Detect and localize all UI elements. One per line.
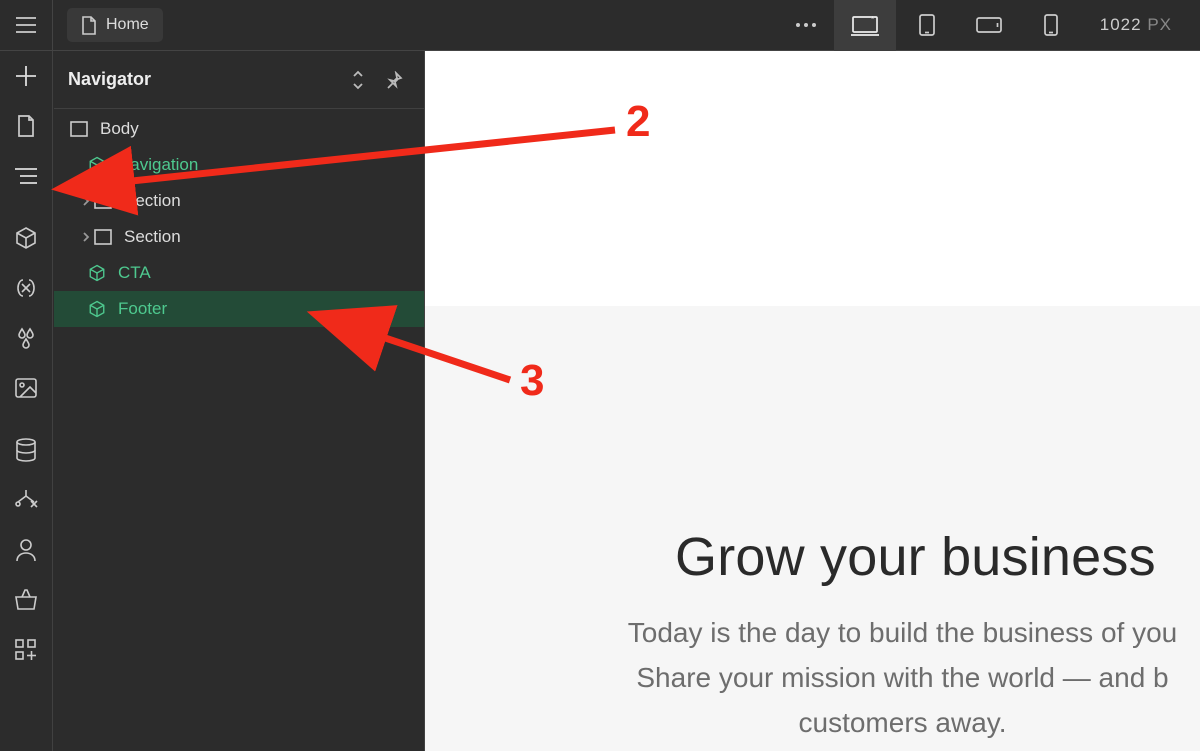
navigator-pin-button[interactable] — [376, 62, 412, 98]
body-icon — [68, 118, 90, 140]
tree-item-cta[interactable]: CTA — [54, 255, 424, 291]
apps-button[interactable] — [0, 625, 53, 675]
basket-icon — [13, 588, 39, 612]
top-bar: Home * 1022 PX — [0, 0, 1200, 51]
logic-button[interactable] — [0, 475, 53, 525]
cube-icon — [14, 226, 38, 250]
pin-icon — [385, 71, 403, 89]
navigator-header: Navigator — [54, 51, 424, 109]
dots-horizontal-icon — [795, 22, 817, 28]
style-selectors-button[interactable] — [0, 313, 53, 363]
navigator-tree: Body Navigation Section Section — [54, 109, 424, 327]
breakpoint-tablet-landscape[interactable] — [958, 0, 1020, 51]
page-tab-home[interactable]: Home — [67, 8, 163, 42]
main-menu-button[interactable] — [0, 0, 53, 51]
cms-button[interactable] — [0, 425, 53, 475]
logic-icon — [14, 488, 38, 512]
user-icon — [15, 538, 37, 562]
design-canvas[interactable]: Grow your business Today is the day to b… — [425, 51, 1200, 751]
canvas-paragraph-line: Share your mission with the world — and … — [636, 662, 1168, 693]
component-icon — [86, 298, 108, 320]
hamburger-icon — [15, 16, 37, 34]
canvas-width-display[interactable]: 1022 PX — [1082, 15, 1200, 35]
page-icon — [81, 16, 97, 35]
section-icon — [92, 226, 114, 248]
page-icon — [17, 115, 35, 137]
breakpoint-tablet[interactable] — [896, 0, 958, 51]
tree-item-label: Section — [124, 227, 181, 247]
plus-icon — [15, 65, 37, 87]
tree-item-label: Footer — [118, 299, 167, 319]
tree-item-label: Section — [124, 191, 181, 211]
tree-item-body[interactable]: Body — [54, 111, 424, 147]
variables-icon — [14, 276, 38, 300]
breakpoint-mobile[interactable] — [1020, 0, 1082, 51]
components-button[interactable] — [0, 213, 53, 263]
tree-item-label: Navigation — [118, 155, 198, 175]
canvas-width-unit: PX — [1147, 15, 1172, 34]
canvas-paragraph-line: customers away. — [799, 707, 1007, 738]
tree-item-label: Body — [100, 119, 139, 139]
canvas-paragraph-line: Today is the day to build the business o… — [628, 617, 1177, 648]
breakpoint-desktop[interactable]: * — [834, 0, 896, 51]
tree-item-section[interactable]: Section — [54, 183, 424, 219]
image-icon — [14, 376, 38, 400]
navigator-icon — [14, 167, 38, 185]
users-button[interactable] — [0, 525, 53, 575]
svg-text:*: * — [871, 15, 874, 24]
ecommerce-button[interactable] — [0, 575, 53, 625]
droplets-icon — [14, 326, 38, 350]
canvas-heading[interactable]: Grow your business — [675, 526, 1156, 588]
component-icon — [86, 262, 108, 284]
tree-item-section[interactable]: Section — [54, 219, 424, 255]
component-icon — [86, 154, 108, 176]
navigator-expand-button[interactable] — [340, 62, 376, 98]
add-elements-button[interactable] — [0, 51, 53, 101]
left-toolbar — [0, 51, 53, 751]
mobile-icon — [1044, 14, 1058, 36]
canvas-paragraph[interactable]: Today is the day to build the business o… — [515, 611, 1200, 745]
navigator-button[interactable] — [0, 151, 53, 201]
tablet-portrait-icon — [918, 14, 936, 36]
section-icon — [92, 190, 114, 212]
tree-item-label: CTA — [118, 263, 151, 283]
pages-button[interactable] — [0, 101, 53, 151]
tablet-landscape-icon — [976, 16, 1002, 34]
database-icon — [15, 438, 37, 462]
more-options-button[interactable] — [778, 0, 834, 51]
navigator-panel: Navigator Body Navigation — [54, 51, 425, 751]
navigator-title: Navigator — [68, 69, 340, 90]
canvas-width-value: 1022 — [1100, 15, 1142, 34]
page-tab-label: Home — [106, 16, 149, 34]
assets-button[interactable] — [0, 363, 53, 413]
apps-icon — [15, 639, 37, 661]
desktop-icon: * — [851, 14, 879, 36]
variables-button[interactable] — [0, 263, 53, 313]
chevrons-vertical-icon — [351, 70, 365, 90]
tree-item-navigation[interactable]: Navigation — [54, 147, 424, 183]
tree-item-footer[interactable]: Footer — [54, 291, 424, 327]
breakpoint-switcher: * — [834, 0, 1082, 51]
